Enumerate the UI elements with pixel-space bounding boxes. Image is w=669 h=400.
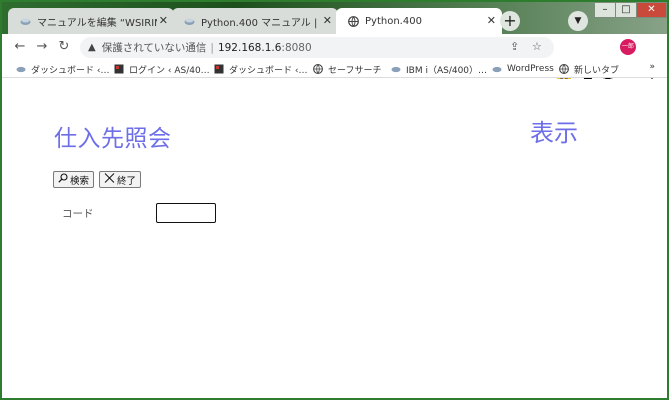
security-status: 保護されていない通信	[101, 42, 207, 54]
maximize-icon: □	[621, 4, 631, 15]
bookmarks-overflow-button[interactable]: »	[649, 62, 655, 72]
search-button[interactable]: 検索	[53, 171, 95, 188]
window-close-button[interactable]: ✕	[636, 2, 667, 18]
page-content: 仕入先照会 表示 検索 終了 コード	[2, 79, 667, 398]
close-icon[interactable]: ✕	[323, 14, 332, 28]
bookmark-label: ダッシュボード ‹…	[31, 65, 110, 76]
arrow-right-icon: →	[36, 39, 48, 54]
exit-button[interactable]: 終了	[99, 171, 142, 188]
globe-icon	[559, 64, 569, 74]
address-host: 192.168.1.6	[217, 41, 282, 54]
bookmark-item[interactable]: WordPress	[492, 62, 554, 76]
bookmarks-bar: ダッシュボード ‹… ログイン ‹ AS/40… ダッシュボード ‹… セーフサ…	[2, 60, 667, 78]
code-label: コード	[62, 208, 94, 220]
bookmark-label: 新しいタブ	[574, 65, 620, 76]
back-button[interactable]: ←	[10, 37, 30, 57]
tab-title: Python.400 マニュアル | offic	[201, 17, 321, 29]
exit-button-label: 終了	[117, 175, 137, 187]
minimize-icon: –	[602, 4, 608, 15]
forward-button[interactable]: →	[32, 37, 52, 57]
arrow-left-icon: ←	[14, 39, 26, 54]
tab-python400-manual[interactable]: Python.400 マニュアル | offic ✕	[172, 8, 338, 34]
close-icon[interactable]: ✕	[487, 14, 496, 28]
bookmark-item[interactable]: 新しいタブ	[559, 62, 619, 76]
wordpress-icon	[492, 64, 502, 74]
address-bar[interactable]: ▲ 保護されていない通信 | 192.168.1.6 :8080	[80, 37, 554, 58]
close-icon: ✕	[647, 4, 656, 15]
tab-python400[interactable]: Python.400 ✕	[336, 8, 502, 34]
star-icon[interactable]: ☆	[532, 38, 542, 56]
mode-label: 表示	[530, 119, 578, 147]
minimize-button[interactable]: –	[594, 2, 616, 18]
bookmark-label: ログイン ‹ AS/40…	[129, 65, 210, 76]
bookmark-item[interactable]: IBM i（AS/400）…	[391, 62, 487, 76]
page-title: 仕入先照会	[54, 126, 172, 152]
search-button-label: 検索	[70, 175, 90, 187]
address-port: :8080	[281, 41, 312, 54]
reload-icon: ↻	[58, 39, 70, 54]
globe-icon	[313, 64, 323, 74]
wordpress-icon	[391, 64, 401, 74]
browser-toolbar: ← → ↻ ▲ 保護されていない通信 | 192.168.1.6 :8080 ⇪…	[2, 34, 667, 85]
search-icon	[58, 173, 68, 186]
wordpress-icon	[20, 16, 31, 27]
maximize-button[interactable]: □	[615, 2, 637, 18]
globe-icon	[348, 15, 359, 27]
share-icon[interactable]: ⇪	[510, 38, 519, 56]
bookmark-item[interactable]: ダッシュボード ‹…	[16, 62, 109, 76]
tab-title: マニュアルを編集 “WSIRINQ:	[37, 17, 157, 29]
site-icon	[114, 64, 124, 74]
browser-window: マニュアルを編集 “WSIRINQ: ✕ Python.400 マニュアル | …	[2, 2, 667, 398]
warning-icon: ▲	[88, 42, 96, 53]
code-input[interactable]	[156, 203, 216, 223]
tab-strip: マニュアルを編集 “WSIRINQ: ✕ Python.400 マニュアル | …	[2, 2, 667, 34]
close-icon	[104, 173, 115, 186]
bookmark-label: WordPress	[507, 64, 554, 74]
bookmark-item[interactable]: セーフサーチ	[313, 62, 381, 76]
tab-title: Python.400	[365, 15, 422, 27]
reload-button[interactable]: ↻	[54, 37, 74, 57]
address-divider: |	[210, 41, 214, 54]
bookmark-label: ダッシュボード ‹…	[229, 65, 308, 76]
wordpress-icon	[16, 64, 26, 74]
profile-avatar[interactable]: 一郎	[620, 39, 636, 55]
site-icon	[214, 64, 224, 74]
close-icon[interactable]: ✕	[159, 14, 168, 28]
bookmark-label: セーフサーチ	[328, 65, 382, 76]
tab-manual-edit[interactable]: マニュアルを編集 “WSIRINQ: ✕	[8, 8, 174, 34]
wordpress-icon	[184, 16, 195, 27]
bookmark-item[interactable]: ログイン ‹ AS/40…	[114, 62, 210, 76]
new-tab-button[interactable]: +	[500, 11, 520, 31]
bookmark-item[interactable]: ダッシュボード ‹…	[214, 62, 307, 76]
bookmark-label: IBM i（AS/400）…	[406, 65, 488, 76]
